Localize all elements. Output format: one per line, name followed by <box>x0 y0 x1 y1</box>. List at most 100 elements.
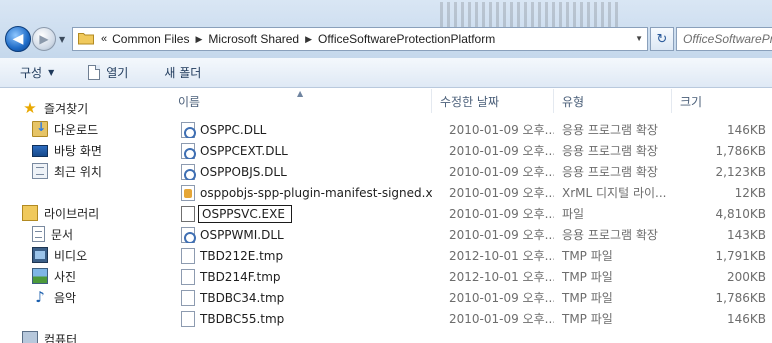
column-header-label: 이름 <box>178 94 201 109</box>
column-header-label: 수정한 날짜 <box>440 94 500 109</box>
search-input[interactable]: OfficeSoftwareProtectionPlatform <box>676 27 772 51</box>
column-header-label: 크기 <box>680 94 703 109</box>
column-header-row: ▲ 이름 수정한 날짜 유형 크기 <box>161 89 772 113</box>
file-size: 1,786KB <box>715 290 766 305</box>
open-label: 열기 <box>106 66 129 80</box>
file-name-cell[interactable]: OSPPSVC.EXE <box>161 204 432 223</box>
file-name: OSPPC.DLL <box>200 122 267 137</box>
new-folder-button[interactable]: 새 폴더 <box>154 61 211 85</box>
file-name: TBD212E.tmp <box>200 248 284 263</box>
open-button[interactable]: 열기 <box>78 61 138 85</box>
recent-pages-dropdown-icon[interactable]: ▼ <box>59 35 69 45</box>
nav-label: 컴퓨터 <box>44 332 78 343</box>
nav-item-recent-places[interactable]: 최근 위치 <box>32 161 102 181</box>
table-row[interactable]: OSPPOBJS.DLL 2010-01-09 오후... 응용 프로그램 확장 2,… <box>161 161 772 182</box>
table-row[interactable]: TBDBC55.tmp 2010-01-09 오후... TMP 파일 146KB <box>161 308 772 329</box>
file-name-cell[interactable]: TBDBC55.tmp <box>161 310 432 327</box>
nav-item-pictures[interactable]: 사진 <box>32 266 76 286</box>
breadcrumb-current-folder[interactable]: OfficeSoftwareProtectionPlatform <box>318 32 495 46</box>
file-size: 12KB <box>734 185 766 200</box>
command-bar: 구성 ▼ 열기 새 폴더 <box>0 58 772 88</box>
nav-item-downloads[interactable]: 다운로드 <box>32 119 98 139</box>
organize-button[interactable]: 구성 ▼ <box>10 61 64 85</box>
nav-item-favorites[interactable]: ★ 즐겨찾기 <box>22 98 88 118</box>
nav-item-documents[interactable]: 문서 <box>32 224 73 244</box>
nav-item-libraries[interactable]: 라이브러리 <box>22 203 99 223</box>
nav-item-desktop[interactable]: 바탕 화면 <box>32 140 102 160</box>
breadcrumb-microsoft-shared[interactable]: Microsoft Shared <box>208 32 299 46</box>
breadcrumb-chevron-icon[interactable]: ▶ <box>305 34 312 45</box>
document-icon <box>88 65 101 80</box>
column-header-name[interactable]: ▲ 이름 <box>161 89 432 113</box>
address-bar-row: ◀ ▶ ▼ « Common Files ▶ Microsoft Shared … <box>0 0 772 58</box>
file-size: 200KB <box>726 269 766 284</box>
file-name-cell[interactable]: OSPPC.DLL <box>161 121 432 138</box>
file-size: 1,791KB <box>715 248 766 263</box>
navigation-pane: ★ 즐겨찾기 다운로드 바탕 화면 최근 위치 라이브러리 문서 비디오 사진 … <box>0 89 160 343</box>
address-dropdown-icon[interactable]: ▼ <box>635 34 643 43</box>
dll-file-icon <box>181 142 196 159</box>
refresh-icon: ↻ <box>656 31 668 47</box>
table-row[interactable]: OSPPC.DLL 2010-01-09 오후... 응용 프로그램 확장 146KB <box>161 119 772 140</box>
table-row[interactable]: TBD214F.tmp 2012-10-01 오후... TMP 파일 200KB <box>161 266 772 287</box>
table-row[interactable]: OSPPCEXT.DLL 2010-01-09 오후... 응용 프로그램 확장 1,… <box>161 140 772 161</box>
generic-file-icon <box>181 247 195 264</box>
file-name: OSPPOBJS.DLL <box>200 164 287 179</box>
forward-button[interactable]: ▶ <box>32 27 56 51</box>
file-size: 1,786KB <box>715 143 766 158</box>
file-date: 2010-01-09 오후... <box>449 144 554 158</box>
file-name: TBD214F.tmp <box>200 269 281 284</box>
file-name-cell[interactable]: OSPPCEXT.DLL <box>161 142 432 159</box>
file-name-cell[interactable]: TBDBC34.tmp <box>161 289 432 306</box>
column-header-type[interactable]: 유형 <box>554 89 672 113</box>
file-size: 143KB <box>726 227 766 242</box>
nav-item-music[interactable]: ♪ 음악 <box>32 287 76 307</box>
file-type: TMP 파일 <box>562 270 613 284</box>
table-row[interactable]: TBDBC34.tmp 2010-01-09 오후... TMP 파일 1,786KB <box>161 287 772 308</box>
table-row[interactable]: TBD212E.tmp 2012-10-01 오후... TMP 파일 1,791KB <box>161 245 772 266</box>
file-name-cell[interactable]: OSPPOBJS.DLL <box>161 163 432 180</box>
file-date: 2010-01-09 오후... <box>449 228 554 242</box>
nav-label: 즐겨찾기 <box>44 101 89 116</box>
file-name-cell[interactable]: osppobjs-spp-plugin-manifest-signed.xr..… <box>161 184 432 201</box>
documents-icon <box>32 226 45 242</box>
address-bar[interactable]: « Common Files ▶ Microsoft Shared ▶ Offi… <box>72 27 648 51</box>
file-date: 2010-01-09 오후... <box>449 207 554 221</box>
file-type: 응용 프로그램 확장 <box>562 228 658 242</box>
table-row[interactable]: osppobjs-spp-plugin-manifest-signed.xr..… <box>161 182 772 203</box>
star-icon: ★ <box>23 99 37 117</box>
music-icon: ♪ <box>35 288 45 306</box>
forward-arrow-icon: ▶ <box>39 32 49 46</box>
refresh-button[interactable]: ↻ <box>650 27 674 51</box>
file-name-cell[interactable]: OSPPWMI.DLL <box>161 226 432 243</box>
file-name-cell[interactable]: TBD214F.tmp <box>161 268 432 285</box>
file-type: XrML 디지털 라이... <box>562 186 667 200</box>
file-type: 응용 프로그램 확장 <box>562 144 658 158</box>
column-header-size[interactable]: 크기 <box>672 89 772 113</box>
nav-item-videos[interactable]: 비디오 <box>32 245 87 265</box>
file-name: OSPPCEXT.DLL <box>200 143 288 158</box>
file-date: 2010-01-09 오후... <box>449 186 554 200</box>
breadcrumb-overflow-icon[interactable]: « <box>101 33 107 45</box>
column-header-date-modified[interactable]: 수정한 날짜 <box>432 89 554 113</box>
table-row[interactable]: OSPPSVC.EXE 2010-01-09 오후... 파일 4,810KB <box>161 203 772 224</box>
file-type: 응용 프로그램 확장 <box>562 123 658 137</box>
dll-file-icon <box>181 163 196 180</box>
breadcrumb-chevron-icon[interactable]: ▶ <box>195 34 202 45</box>
chevron-down-icon: ▼ <box>48 68 55 77</box>
breadcrumb-common-files[interactable]: Common Files <box>112 32 189 46</box>
back-button[interactable]: ◀ <box>5 26 31 52</box>
nav-item-computer[interactable]: 컴퓨터 <box>22 329 77 343</box>
downloads-folder-icon <box>32 120 48 137</box>
dll-file-icon <box>181 226 196 243</box>
file-type: TMP 파일 <box>562 312 613 326</box>
rename-input[interactable]: OSPPSVC.EXE <box>198 204 292 223</box>
file-type: 응용 프로그램 확장 <box>562 165 658 179</box>
file-name-cell[interactable]: TBD212E.tmp <box>161 247 432 264</box>
pictures-icon <box>32 268 48 284</box>
organize-label: 구성 <box>20 66 43 80</box>
file-date: 2010-01-09 오후... <box>449 312 554 326</box>
column-header-label: 유형 <box>562 94 585 109</box>
xml-file-icon <box>181 184 195 201</box>
table-row[interactable]: OSPPWMI.DLL 2010-01-09 오후... 응용 프로그램 확장 143… <box>161 224 772 245</box>
